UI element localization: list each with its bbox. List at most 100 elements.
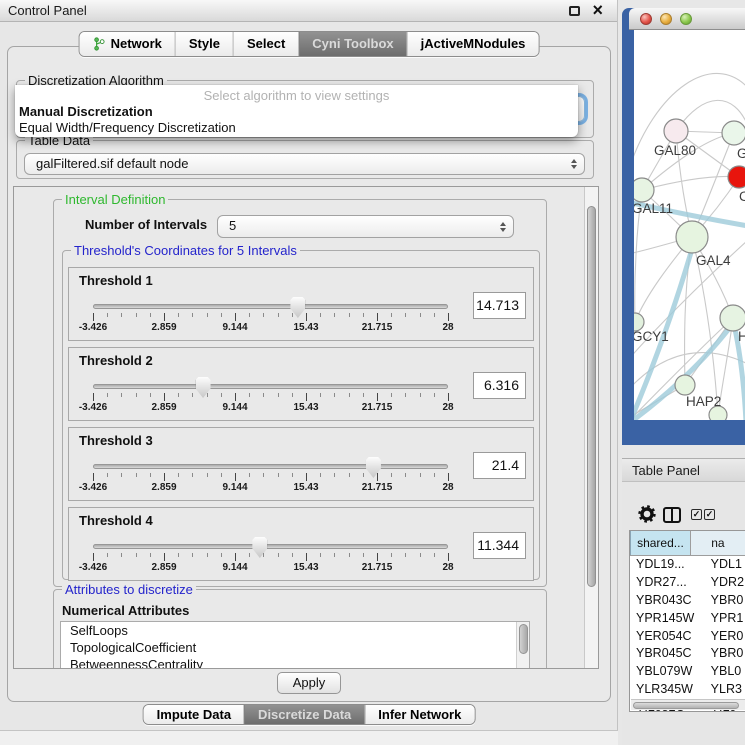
bottom-tab-impute-data[interactable]: Impute Data <box>144 705 244 724</box>
node-label: H <box>738 329 745 344</box>
checkbox-icon[interactable]: ✓ <box>704 509 715 520</box>
network-icon <box>93 37 106 51</box>
tick-mark <box>391 313 392 317</box>
tick-mark <box>249 313 250 317</box>
apply-button[interactable]: Apply <box>277 672 341 694</box>
slider-tick-labels: -3.4262.8599.14415.4321.71528 <box>93 562 448 574</box>
tick-mark <box>363 473 364 477</box>
list-scrollbar-thumb[interactable] <box>519 624 528 654</box>
network-window-titlebar[interactable] <box>629 8 745 30</box>
tick-mark <box>420 473 421 477</box>
number-of-intervals-combo[interactable]: 5 <box>217 215 514 238</box>
close-traffic-icon[interactable] <box>640 13 652 25</box>
split-view-icon[interactable] <box>663 507 681 523</box>
table-row[interactable]: YPR145WYPR1 <box>630 610 745 628</box>
threshold-value-field[interactable]: 6.316 <box>473 372 526 399</box>
threshold-value-field[interactable]: 14.713 <box>473 292 526 319</box>
minimize-traffic-icon[interactable] <box>660 13 672 25</box>
algorithm-option-equal-width[interactable]: Equal Width/Frequency Discretization <box>19 120 574 136</box>
bottom-strip <box>0 731 618 745</box>
table-data-combo[interactable]: galFiltered.sif default node <box>24 153 585 175</box>
number-of-intervals-value: 5 <box>218 216 513 236</box>
horizontal-scrollbar[interactable] <box>631 699 745 710</box>
numerical-attributes-list[interactable]: SelfLoopsTopologicalCoefficientBetweenne… <box>60 621 530 669</box>
tick-mark <box>434 553 435 557</box>
tick-mark <box>207 313 208 317</box>
slider-track[interactable] <box>93 544 448 549</box>
network-node-ga[interactable] <box>722 121 745 145</box>
tick-mark <box>420 313 421 317</box>
column-header-name[interactable]: na <box>691 531 745 555</box>
vertical-scrollbar-thumb[interactable] <box>587 206 596 587</box>
vertical-scrollbar[interactable] <box>584 187 598 668</box>
column-header-shared-name[interactable]: shared... <box>630 531 691 555</box>
list-scrollbar[interactable] <box>516 622 529 669</box>
tick-mark <box>207 553 208 557</box>
tab-label: Select <box>247 32 285 56</box>
threshold-value-field[interactable]: 11.344 <box>473 532 526 559</box>
attribute-item-topologicalcoefficient[interactable]: TopologicalCoefficient <box>61 639 529 656</box>
table-row[interactable]: YBL079WYBL0 <box>630 663 745 681</box>
checkbox-icon[interactable]: ✓ <box>691 509 702 520</box>
zoom-traffic-icon[interactable] <box>680 13 692 25</box>
network-view-window: GAL80GACGAL11GAL4GCY1HHAP2 <box>622 8 745 445</box>
table-row[interactable]: YDR27...YDR2 <box>630 574 745 592</box>
slider-track[interactable] <box>93 384 448 389</box>
network-node-gal80[interactable] <box>664 119 688 143</box>
attribute-item-selfloops[interactable]: SelfLoops <box>61 622 529 639</box>
tab-network[interactable]: Network <box>80 32 175 56</box>
group-title: Threshold's Coordinates for 5 Intervals <box>71 243 300 258</box>
network-canvas[interactable]: GAL80GACGAL11GAL4GCY1HHAP2 <box>634 30 745 420</box>
tab-jactivemnodules[interactable]: jActiveMNodules <box>407 32 539 56</box>
node-attribute-table[interactable]: shared... na YDL19...YDL1YDR27...YDR2YBR… <box>629 530 745 712</box>
tick-mark <box>434 393 435 397</box>
close-icon[interactable]: × <box>592 0 603 21</box>
tick-mark <box>263 313 264 317</box>
threshold-value-field[interactable]: 21.4 <box>473 452 526 479</box>
slider-track[interactable] <box>93 304 448 309</box>
table-row[interactable]: YLR345WYLR3 <box>630 681 745 699</box>
tab-cyni-toolbox[interactable]: Cyni Toolbox <box>298 32 406 56</box>
tab-style[interactable]: Style <box>175 32 233 56</box>
cell-name: YBL0 <box>706 663 745 681</box>
tick-mark <box>107 393 108 397</box>
tab-label: Discretize Data <box>258 705 351 724</box>
thresholds-group: Threshold's Coordinates for 5 Intervals … <box>62 250 540 580</box>
network-node-gal11[interactable] <box>634 178 654 202</box>
table-row[interactable]: YBR043CYBR0 <box>630 592 745 610</box>
bottom-tab-discretize-data[interactable]: Discretize Data <box>244 705 364 724</box>
tick-mark <box>320 553 321 557</box>
tick-mark <box>164 393 165 401</box>
cell-name: YLR3 <box>706 681 745 699</box>
tick-mark <box>235 393 236 401</box>
tick-mark <box>150 553 151 557</box>
cell-shared-name: YDL19... <box>630 556 706 574</box>
attribute-item-betweennesscentrality[interactable]: BetweennessCentrality <box>61 656 529 669</box>
float-icon[interactable] <box>569 6 580 16</box>
slider-ticks <box>93 553 448 562</box>
horizontal-scrollbar-thumb[interactable] <box>633 702 739 709</box>
table-row[interactable]: YDL19...YDL1 <box>630 556 745 574</box>
network-node-h[interactable] <box>720 305 745 331</box>
node-label: HAP2 <box>686 394 721 409</box>
tab-select[interactable]: Select <box>233 32 298 56</box>
tick-label: 21.715 <box>362 402 393 413</box>
tick-label: 9.144 <box>222 562 247 573</box>
tick-mark <box>207 473 208 477</box>
table-row[interactable]: YBR045CYBR0 <box>630 645 745 663</box>
table-row[interactable]: YER054CYER0 <box>630 628 745 646</box>
network-node-gal4[interactable] <box>676 221 708 253</box>
cell-name: YBR0 <box>706 645 745 663</box>
tick-mark <box>249 473 250 477</box>
network-node-hap2[interactable] <box>675 375 695 395</box>
algorithm-option-manual[interactable]: Manual Discretization <box>19 104 574 120</box>
slider-track[interactable] <box>93 464 448 469</box>
tick-mark <box>320 473 321 477</box>
slider-tick-labels: -3.4262.8599.14415.4321.71528 <box>93 402 448 414</box>
network-node-c[interactable] <box>728 166 745 188</box>
bottom-tab-infer-network[interactable]: Infer Network <box>364 705 474 724</box>
gear-icon[interactable] <box>638 505 656 523</box>
tab-label: Style <box>189 32 220 56</box>
cell-name: YER0 <box>706 628 745 646</box>
tick-mark <box>278 313 279 317</box>
